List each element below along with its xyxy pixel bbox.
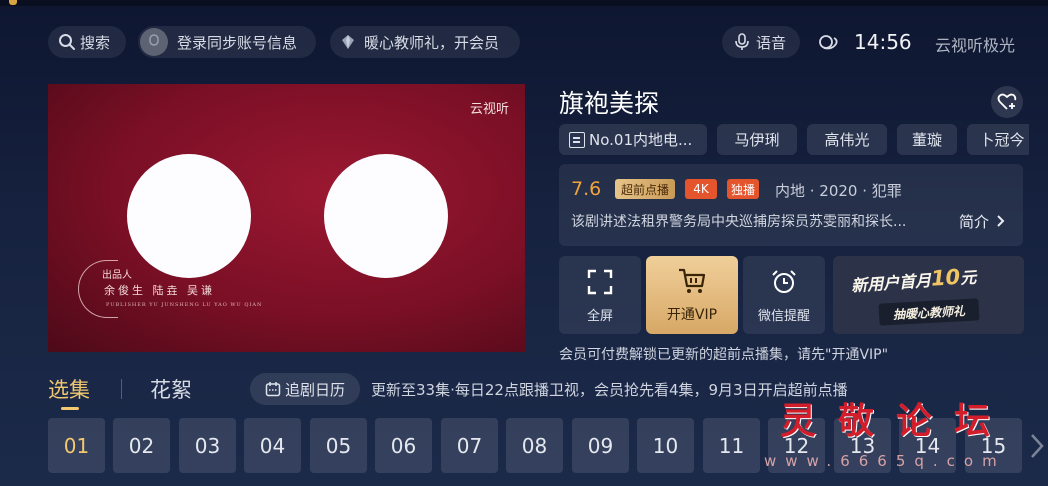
badge-4k: 4K <box>685 179 717 199</box>
ranking-icon <box>569 131 585 148</box>
intro-label: 简介 <box>959 213 990 231</box>
banner-headline: 新用户首月10元 <box>850 264 977 297</box>
brand-logo-text: 云视听极光 <box>935 36 1016 55</box>
episode-button[interactable]: 11 <box>703 418 760 473</box>
microphone-icon <box>735 33 749 50</box>
wechat-remind-button[interactable]: 微信提醒 <box>743 256 825 334</box>
login-button[interactable]: 登录同步账号信息 <box>138 26 316 58</box>
clock: 14:56 <box>854 30 912 54</box>
search-label: 搜索 <box>80 33 111 52</box>
heart-add-icon <box>997 93 1017 110</box>
tag-actor[interactable]: 高伟光 <box>807 124 887 155</box>
login-label: 登录同步账号信息 <box>177 33 298 52</box>
tag-ranking-label: No.01内地电... <box>589 131 693 149</box>
promo-label: 暖心教师礼，开会员 <box>364 33 500 52</box>
search-button[interactable]: 搜索 <box>48 26 126 58</box>
cart-icon <box>677 266 707 296</box>
show-description: 该剧讲述法租界警务局中央巡捕房探员苏雯丽和探长... <box>571 214 907 230</box>
top-edge-bar <box>0 0 1048 6</box>
episode-button[interactable]: 02 <box>113 418 170 473</box>
tag-actor[interactable]: 马伊琍 <box>717 124 797 155</box>
episode-button[interactable]: 03 <box>179 418 236 473</box>
tag-ranking[interactable]: No.01内地电... <box>559 124 707 155</box>
voice-button[interactable]: 语音 <box>722 26 800 58</box>
show-title: 旗袍美探 <box>559 89 660 118</box>
notification-dot <box>9 0 17 5</box>
tab-divider <box>121 379 122 399</box>
banner-subline: 抽暖心教师礼 <box>878 298 980 326</box>
forum-watermark: 灵敬论坛 <box>780 400 1013 442</box>
intro-link[interactable]: 简介 <box>959 211 1006 232</box>
update-info: 更新至33集·每日22点跟播卫视，会员抢先看4集，9月3日开启超前点播 <box>371 381 848 399</box>
calendar-label: 追剧日历 <box>284 380 345 399</box>
tag-row: No.01内地电... 马伊琍 高伟光 董璇 卜冠今 <box>559 124 1029 156</box>
fullscreen-label: 全屏 <box>586 308 613 324</box>
poster-watermark: 云视听 <box>469 102 509 117</box>
poster-credits: 出品人 余俊生 陆垚 吴谦 PUBLISHER YU JUNSHENG LU Y… <box>78 260 261 320</box>
episode-button[interactable]: 10 <box>637 418 694 473</box>
episode-button[interactable]: 05 <box>310 418 367 473</box>
open-vip-button[interactable]: 开通VIP <box>646 256 738 334</box>
new-user-promo-banner[interactable]: 新用户首月10元 抽暖心教师礼 <box>833 256 1024 334</box>
fullscreen-icon <box>585 267 615 297</box>
episode-button[interactable]: 09 <box>572 418 629 473</box>
banner-headline-text: 新用户首月 <box>850 270 932 296</box>
user-icon <box>149 34 159 46</box>
forum-watermark-url: www.6665q.com <box>764 452 1006 470</box>
banner-unit: 元 <box>959 267 977 288</box>
chevron-right-icon <box>997 215 1005 227</box>
episode-button[interactable]: 07 <box>441 418 498 473</box>
remind-label: 微信提醒 <box>757 308 810 324</box>
tag-actor[interactable]: 董璇 <box>897 124 957 155</box>
vip-label: 开通VIP <box>666 307 718 323</box>
badge-exclusive: 独播 <box>727 179 759 199</box>
vip-diamond-icon <box>342 35 354 49</box>
alarm-clock-icon <box>769 267 799 297</box>
poster-circle-right <box>324 154 448 278</box>
video-poster[interactable]: 云视听 出品人 余俊生 陆垚 吴谦 PUBLISHER YU JUNSHENG … <box>48 84 525 352</box>
episode-button[interactable]: 08 <box>506 418 563 473</box>
tab-extras[interactable]: 花絮 <box>150 374 192 404</box>
info-panel[interactable]: 7.6 超前点播 4K 独播 内地 · 2020 · 犯罪 该剧讲述法租界警务局… <box>559 164 1023 246</box>
weather-icon <box>819 35 838 50</box>
avatar <box>140 28 168 56</box>
tab-episodes[interactable]: 选集 <box>48 374 90 410</box>
search-icon <box>59 34 75 50</box>
episode-button[interactable]: 06 <box>375 418 432 473</box>
badge-early-access: 超前点播 <box>615 179 675 199</box>
drama-calendar-button[interactable]: 追剧日历 <box>250 373 360 405</box>
show-meta: 内地 · 2020 · 犯罪 <box>775 182 902 200</box>
credits-role: 出品人 <box>102 270 132 281</box>
vip-note: 会员可付费解锁已更新的超前点播集，请先"开通VIP" <box>559 347 889 363</box>
voice-label: 语音 <box>756 33 787 52</box>
calendar-icon <box>265 382 281 397</box>
episode-button[interactable]: 01 <box>48 418 105 473</box>
rating-score: 7.6 <box>571 178 602 200</box>
promo-button[interactable]: 暖心教师礼，开会员 <box>330 26 520 58</box>
banner-price: 10 <box>930 264 961 291</box>
chevron-right-icon[interactable] <box>1028 432 1046 460</box>
credits-small: PUBLISHER YU JUNSHENG LU YAO WU QIAN <box>106 302 263 308</box>
credits-names: 余俊生 陆垚 吴谦 <box>104 284 215 297</box>
episode-button[interactable]: 04 <box>244 418 301 473</box>
favorite-button[interactable] <box>991 86 1023 118</box>
tag-actor[interactable]: 卜冠今 <box>967 124 1029 155</box>
fullscreen-button[interactable]: 全屏 <box>559 256 641 334</box>
